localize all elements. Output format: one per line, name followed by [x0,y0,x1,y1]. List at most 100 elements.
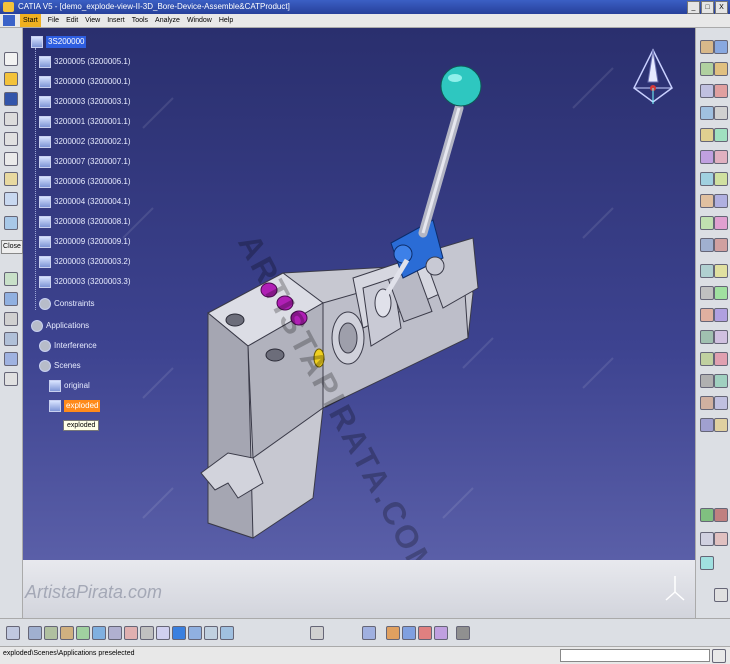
tree-root[interactable]: 3S200000 [31,36,87,48]
options-icon[interactable] [714,396,728,410]
stop-on-clash-icon[interactable] [714,128,728,142]
tree-original[interactable]: original [49,380,90,392]
rotate-icon[interactable] [714,374,728,388]
pan-icon[interactable] [60,626,74,640]
tree-applications[interactable]: Applications [31,320,89,332]
flexible-subassembly-icon[interactable] [714,216,728,230]
fix-together-icon[interactable] [714,194,728,208]
menu-tools[interactable]: Tools [132,14,148,27]
symmetry-icon[interactable] [714,352,728,366]
save-icon[interactable] [4,92,18,106]
menu-edit[interactable]: Edit [66,14,78,27]
menu-file[interactable]: File [48,14,59,27]
cut-view-icon[interactable] [700,418,714,432]
tree-item[interactable]: 3200007 (3200007.1) [39,156,131,168]
command-input[interactable] [560,649,710,662]
minimize-button[interactable]: _ [687,1,700,14]
view-mode-icon[interactable] [220,626,234,640]
close-button[interactable]: Close [1,240,23,254]
explode-toolbar-icon[interactable] [386,626,400,640]
component-icon[interactable] [714,40,728,54]
tree-item[interactable]: 3200003 (3200003.3) [39,276,131,288]
paste-icon[interactable] [4,172,18,186]
close-window-button[interactable]: X [715,1,728,14]
open-folder-icon[interactable] [4,72,18,86]
contact-constraint-icon[interactable] [714,150,728,164]
menu-view[interactable]: View [85,14,100,27]
green-check-icon[interactable] [700,508,714,522]
explode-icon[interactable] [700,128,714,142]
knowledge-icon[interactable] [4,292,18,306]
compass-icon[interactable] [628,48,678,108]
3d-viewport[interactable]: ARTISTAPIRATA.COM 3S200000 3200005 (3200… [23,28,695,560]
menu-analyze[interactable]: Analyze [155,14,180,27]
tree-item[interactable]: 3200001 (3200001.1) [39,116,131,128]
tree-item[interactable]: 3200005 (3200005.1) [39,56,131,68]
formula-icon[interactable] [4,272,18,286]
fix-component-icon[interactable] [700,194,714,208]
properties-icon[interactable] [4,372,18,386]
catalog-toolbar-icon[interactable] [310,626,324,640]
generate-numbering-icon[interactable] [714,84,728,98]
tools-palette-icon[interactable] [700,532,714,546]
iso-view-icon[interactable] [156,626,170,640]
zoom-out-icon[interactable] [108,626,122,640]
normal-view-icon[interactable] [124,626,138,640]
graph-tree-icon[interactable] [700,84,714,98]
tree-item[interactable]: 3200000 (3200000.1) [39,76,131,88]
publication-icon[interactable] [700,352,714,366]
move-icon[interactable] [700,374,714,388]
save-management-icon[interactable] [700,396,714,410]
scene-create-icon[interactable] [714,286,728,300]
fit-all-icon[interactable] [44,626,58,640]
update-icon[interactable] [700,238,714,252]
coincidence-constraint-icon[interactable] [700,150,714,164]
quick-constraint-icon[interactable] [700,216,714,230]
snap-icon[interactable] [714,106,728,120]
product-structure-icon[interactable] [700,40,714,54]
fly-mode-icon[interactable] [28,626,42,640]
rotate-view-icon[interactable] [76,626,90,640]
analysis-icon[interactable] [714,532,728,546]
tree-item[interactable]: 3200003 (3200003.1) [39,96,131,108]
update-all-icon[interactable] [6,626,20,640]
tree-item[interactable]: 3200004 (3200004.1) [39,196,131,208]
scene-icon[interactable] [4,216,18,230]
menu-help[interactable]: Help [219,14,233,27]
tree-item[interactable]: 3200006 (3200006.1) [39,176,131,188]
hide-show-icon[interactable] [714,418,728,432]
print-icon[interactable] [4,112,18,126]
document-icon[interactable] [3,15,15,26]
multi-view-icon[interactable] [140,626,154,640]
undo-icon[interactable] [4,192,18,206]
tree-scenes[interactable]: Scenes [39,360,81,372]
sectioning-icon[interactable] [714,264,728,278]
menu-start[interactable]: Start [20,14,41,27]
red-cross-icon[interactable] [714,508,728,522]
clash-toolbar-icon[interactable] [418,626,432,640]
existing-component-icon[interactable] [700,62,714,76]
tree-exploded[interactable]: exploded [49,400,101,412]
measure-between-icon[interactable] [700,556,714,570]
angle-constraint-icon[interactable] [714,172,728,186]
replace-icon[interactable] [714,62,728,76]
menu-insert[interactable]: Insert [107,14,125,27]
clash-icon[interactable] [700,264,714,278]
weld-icon[interactable] [714,308,728,322]
measure-toolbar-icon[interactable] [402,626,416,640]
distance-icon[interactable] [700,286,714,300]
catalog-browser-icon[interactable] [714,330,728,344]
bill-of-material-icon[interactable] [700,330,714,344]
hide-show-toggle-icon[interactable] [188,626,202,640]
measure-icon[interactable] [4,312,18,326]
cut-icon[interactable] [4,132,18,146]
tree-interference[interactable]: Interference [39,340,97,352]
swap-visible-space-icon[interactable] [204,626,218,640]
catalog-icon[interactable] [4,352,18,366]
tree-item[interactable]: 3200009 (3200009.1) [39,236,131,248]
tree-item[interactable]: 3200008 (3200008.1) [39,216,131,228]
tree-constraints[interactable]: Constraints [39,298,94,310]
zoom-in-icon[interactable] [92,626,106,640]
list-icon[interactable] [4,332,18,346]
camera-icon[interactable] [456,626,470,640]
